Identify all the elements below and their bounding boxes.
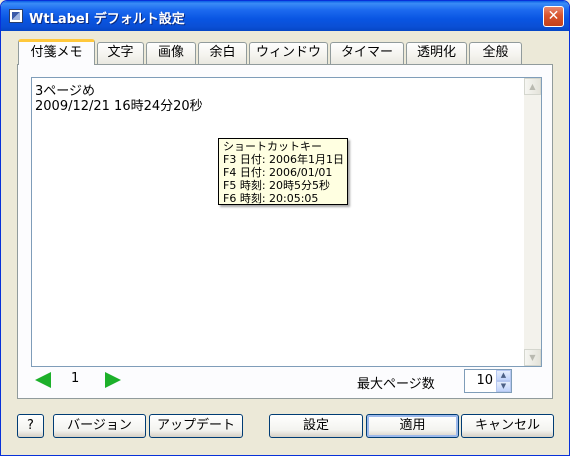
tab-window[interactable]: ウィンドウ bbox=[249, 42, 328, 64]
tooltip-line: F3 日付: 2006年1月1日 bbox=[223, 153, 345, 166]
update-button[interactable]: アップデート bbox=[149, 414, 243, 438]
previous-page-icon[interactable] bbox=[35, 372, 51, 388]
window-title: WtLabel デフォルト設定 bbox=[29, 12, 185, 27]
max-page-label: 最大ページ数 bbox=[357, 377, 435, 392]
current-page-number: 1 bbox=[71, 371, 80, 386]
settings-button[interactable]: 設定 bbox=[269, 414, 363, 438]
settings-window: WtLabel デフォルト設定 ✕ 付箋メモ 文字 画像 余白 ウィンドウ タイ… bbox=[0, 0, 570, 456]
max-page-spinner[interactable]: 10 ▲ ▼ bbox=[464, 369, 512, 393]
vertical-scrollbar[interactable]: ▲ ▼ bbox=[524, 78, 541, 366]
app-icon bbox=[9, 9, 23, 23]
shortcut-tooltip: ショートカットキー F3 日付: 2006年1月1日 F4 日付: 2006/0… bbox=[218, 138, 348, 205]
tab-text[interactable]: 文字 bbox=[97, 42, 144, 64]
scroll-down-icon[interactable]: ▼ bbox=[524, 349, 541, 366]
tooltip-line: F5 時刻: 20時5分5秒 bbox=[223, 179, 331, 192]
memo-line: 2009/12/21 16時24分20秒 bbox=[35, 99, 203, 114]
tab-margin[interactable]: 余白 bbox=[198, 42, 247, 64]
apply-button[interactable]: 適用 bbox=[366, 414, 459, 438]
tab-image[interactable]: 画像 bbox=[146, 42, 196, 64]
tab-general[interactable]: 全般 bbox=[469, 42, 522, 64]
tooltip-line: F4 日付: 2006/01/01 bbox=[223, 166, 333, 179]
spin-down-icon[interactable]: ▼ bbox=[496, 381, 511, 392]
next-page-icon[interactable] bbox=[105, 372, 121, 388]
version-button[interactable]: バージョン bbox=[53, 414, 146, 438]
scroll-up-icon[interactable]: ▲ bbox=[524, 78, 541, 95]
tooltip-line: F6 時刻: 20:05:05 bbox=[223, 192, 319, 205]
memo-textarea[interactable]: 3ページめ 2009/12/21 16時24分20秒 ▲ ▼ bbox=[31, 77, 542, 367]
title-bar[interactable]: WtLabel デフォルト設定 ✕ bbox=[1, 1, 569, 31]
tab-transparency[interactable]: 透明化 bbox=[406, 42, 467, 64]
tooltip-title: ショートカットキー bbox=[223, 140, 322, 153]
close-button[interactable]: ✕ bbox=[543, 6, 564, 27]
tab-memo[interactable]: 付箋メモ bbox=[18, 39, 95, 65]
max-page-value[interactable]: 10 bbox=[476, 373, 493, 388]
tab-timer[interactable]: タイマー bbox=[330, 42, 404, 64]
help-button[interactable]: ? bbox=[17, 414, 44, 438]
spin-up-icon[interactable]: ▲ bbox=[496, 370, 511, 381]
cancel-button[interactable]: キャンセル bbox=[461, 414, 554, 438]
